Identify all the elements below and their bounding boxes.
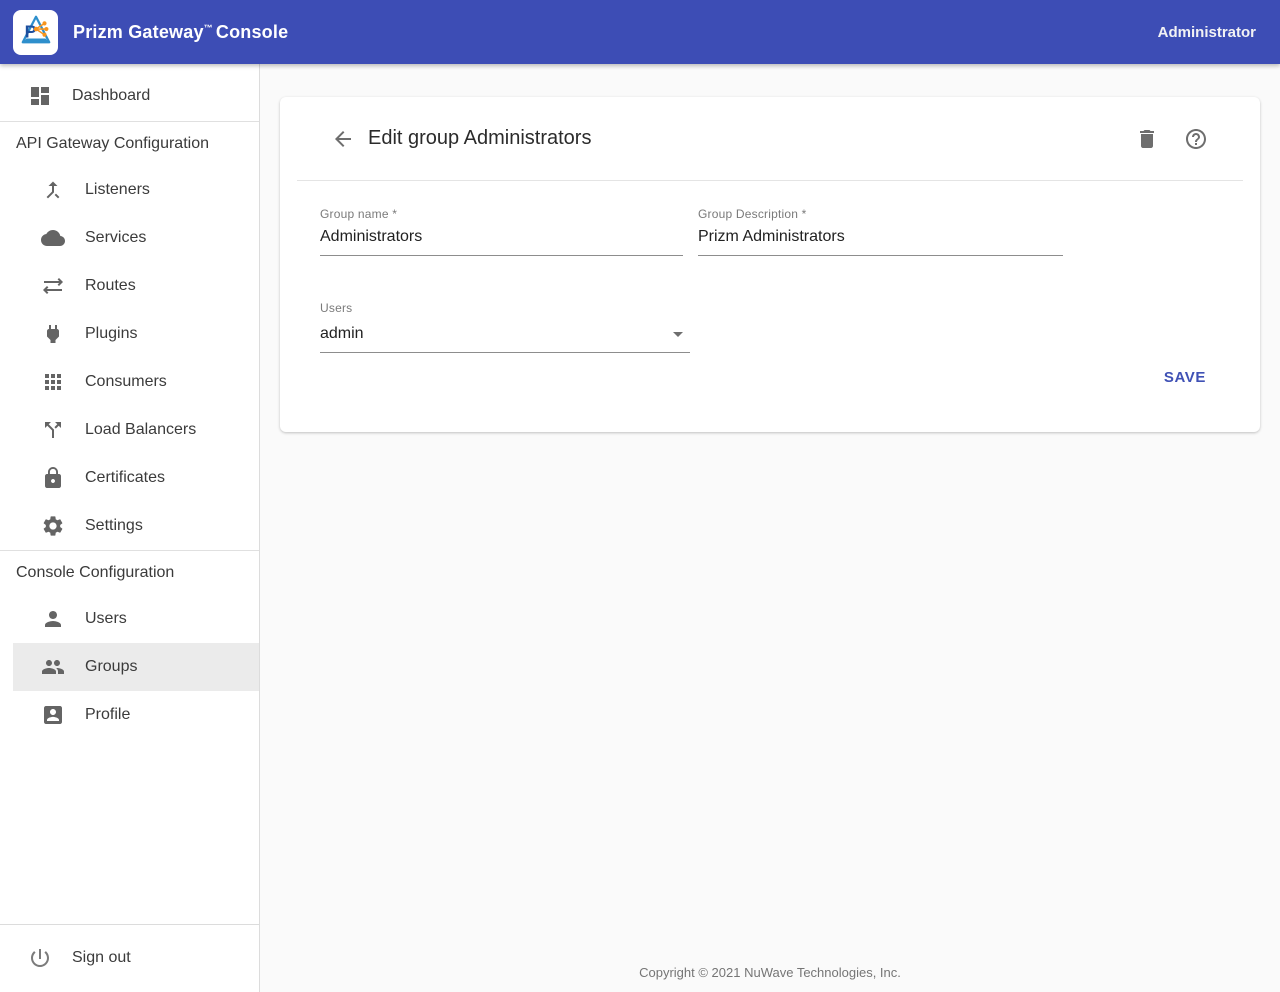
users-select[interactable]: admin [320, 315, 690, 353]
people-icon [41, 655, 65, 679]
sidebar-section-header: API Gateway Configuration [0, 122, 259, 166]
main-content: Edit group Administrators [260, 64, 1280, 992]
sidebar-item-label: Listeners [85, 181, 150, 199]
sidebar-item-label: Profile [85, 706, 130, 724]
sign-out-button[interactable]: Sign out [0, 934, 259, 982]
call-split-icon [41, 418, 65, 442]
sidebar-item-services[interactable]: Services [0, 214, 259, 262]
back-button[interactable] [331, 127, 355, 151]
power-icon [28, 946, 52, 970]
help-icon [1184, 127, 1208, 151]
sidebar-item-profile[interactable]: Profile [0, 691, 259, 739]
sidebar-item-label: Plugins [85, 325, 137, 343]
sidebar-item-label: Services [85, 229, 146, 247]
copyright-text: Copyright © 2021 NuWave Technologies, In… [260, 965, 1280, 980]
apps-grid-icon [41, 370, 65, 394]
card-header: Edit group Administrators [280, 97, 1260, 180]
app-header: P Prizm Gateway™Console Administrator [0, 0, 1280, 64]
lock-icon [41, 466, 65, 490]
sidebar-item-dashboard[interactable]: Dashboard [0, 72, 259, 120]
sidebar-signout-section: Sign out [0, 924, 259, 992]
group-name-field: Group name * [320, 207, 683, 256]
sidebar-item-users[interactable]: Users [0, 595, 259, 643]
sidebar-item-label: Dashboard [72, 87, 150, 105]
sign-out-label: Sign out [72, 949, 131, 967]
sidebar: Dashboard API Gateway Configuration List… [0, 64, 260, 992]
sidebar-item-label: Certificates [85, 469, 165, 487]
account-box-icon [41, 703, 65, 727]
sidebar-item-label: Groups [85, 658, 137, 676]
users-field: Users admin [320, 301, 690, 353]
sidebar-item-load-balancers[interactable]: Load Balancers [0, 406, 259, 454]
arrow-back-icon [331, 127, 355, 151]
sidebar-item-label: Load Balancers [85, 421, 196, 439]
edit-group-card: Edit group Administrators [280, 97, 1260, 432]
sidebar-section-console: Console Configuration Users Groups Profi… [0, 551, 259, 739]
sidebar-item-groups[interactable]: Groups [13, 643, 259, 691]
sidebar-item-routes[interactable]: Routes [0, 262, 259, 310]
edit-group-form: Group name * Group Description * Users a… [280, 181, 1260, 432]
form-row-1: Group name * Group Description * [320, 207, 1206, 256]
app-title: Prizm Gateway™Console [73, 22, 288, 43]
sidebar-item-label: Users [85, 610, 127, 628]
app-logo: P [13, 10, 58, 55]
group-name-input[interactable] [320, 221, 683, 256]
group-description-field: Group Description * [698, 207, 1063, 256]
sync-alt-icon [41, 274, 65, 298]
trash-icon [1135, 127, 1159, 151]
sidebar-item-label: Consumers [85, 373, 167, 391]
save-button[interactable]: SAVE [1164, 367, 1206, 388]
sidebar-section-top: Dashboard [0, 64, 259, 121]
gear-icon [41, 514, 65, 538]
page-title: Edit group Administrators [368, 127, 591, 150]
sidebar-item-label: Settings [85, 517, 143, 535]
prizm-logo-icon: P [19, 13, 53, 52]
dropdown-arrow-icon [666, 322, 690, 346]
trademark-symbol: ™ [204, 23, 213, 33]
form-actions: SAVE [320, 367, 1206, 388]
sidebar-item-listeners[interactable]: Listeners [0, 166, 259, 214]
sidebar-section-header: Console Configuration [0, 551, 259, 595]
call-merge-icon [41, 178, 65, 202]
group-description-input[interactable] [698, 221, 1063, 256]
dashboard-icon [28, 84, 52, 108]
sidebar-item-certificates[interactable]: Certificates [0, 454, 259, 502]
help-button[interactable] [1184, 127, 1208, 151]
sidebar-section-api-gateway: API Gateway Configuration Listeners Serv… [0, 122, 259, 550]
users-label: Users [320, 301, 690, 315]
group-name-label: Group name * [320, 207, 683, 221]
sidebar-item-settings[interactable]: Settings [0, 502, 259, 550]
sidebar-spacer [0, 739, 259, 924]
card-header-actions [1135, 127, 1208, 151]
person-icon [41, 607, 65, 631]
power-plug-icon [41, 322, 65, 346]
delete-group-button[interactable] [1135, 127, 1159, 151]
group-description-label: Group Description * [698, 207, 1063, 221]
sidebar-item-label: Routes [85, 277, 136, 295]
sidebar-item-plugins[interactable]: Plugins [0, 310, 259, 358]
cloud-icon [41, 226, 65, 250]
svg-text:P: P [24, 21, 36, 41]
header-user-label[interactable]: Administrator [1158, 24, 1256, 41]
users-select-value: admin [320, 325, 364, 343]
sidebar-item-consumers[interactable]: Consumers [0, 358, 259, 406]
form-row-2: Users admin [320, 301, 1206, 353]
